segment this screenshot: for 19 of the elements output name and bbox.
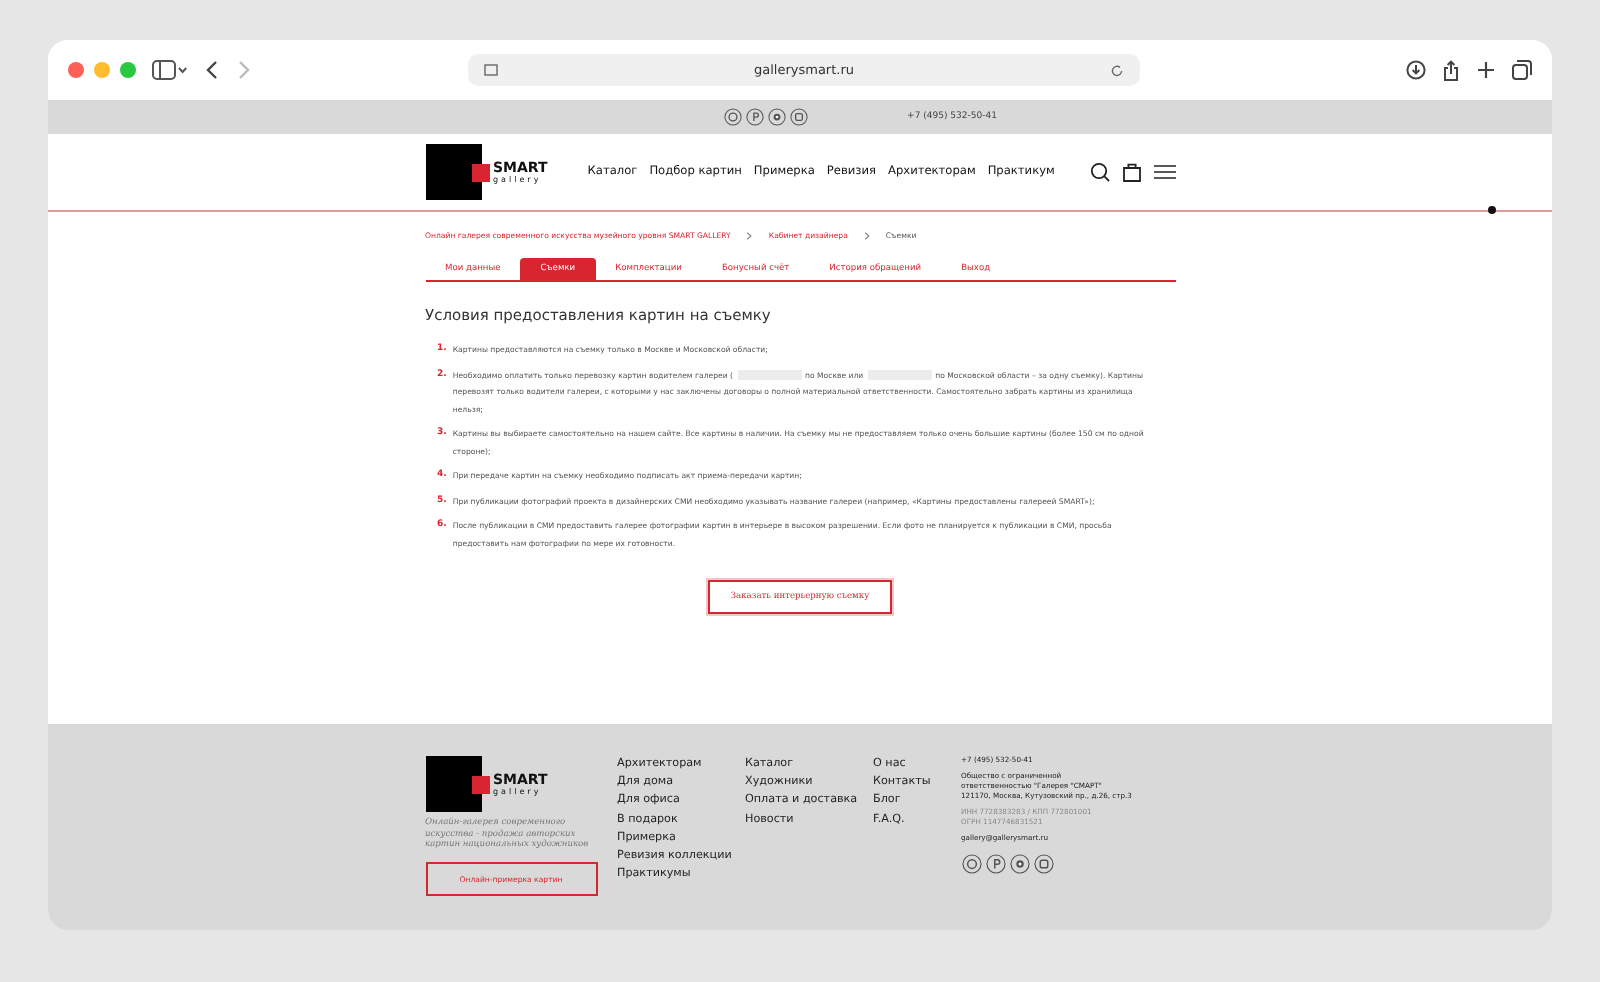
square-icon[interactable] (1033, 854, 1053, 874)
square-icon[interactable] (789, 108, 808, 126)
pin-icon[interactable] (745, 108, 764, 126)
download-icon[interactable] (1406, 59, 1426, 79)
pin-icon[interactable] (985, 854, 1005, 874)
chevron-icon (746, 231, 753, 239)
share-icon[interactable] (1442, 59, 1460, 81)
marker-dot (1488, 206, 1496, 214)
tabs-icon[interactable] (1512, 59, 1532, 79)
record-icon[interactable] (767, 108, 786, 126)
record-icon[interactable] (1009, 854, 1029, 874)
search-icon[interactable] (1089, 162, 1109, 182)
close-icon[interactable] (68, 62, 84, 78)
bag-icon[interactable] (1121, 162, 1141, 182)
chevron-icon (863, 231, 870, 239)
back-icon[interactable] (204, 60, 220, 80)
menu-icon[interactable] (1153, 162, 1175, 182)
sidebar-icon[interactable] (152, 60, 188, 80)
plus-icon[interactable] (1476, 59, 1496, 79)
